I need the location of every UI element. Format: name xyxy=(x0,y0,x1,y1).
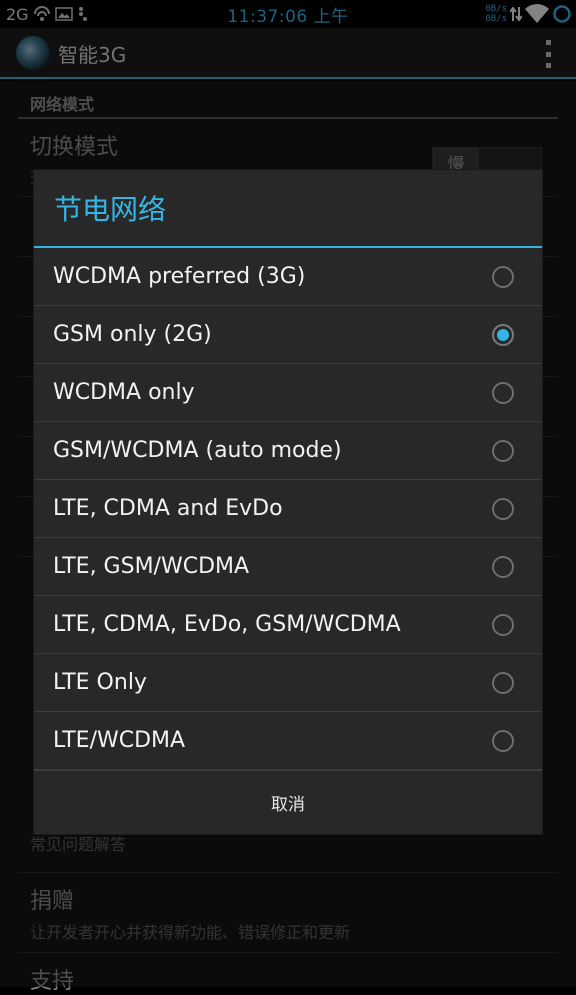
radio-button-checked-icon[interactable] xyxy=(492,324,514,346)
option-label: WCDMA only xyxy=(53,380,195,405)
option-label: LTE, GSM/WCDMA xyxy=(53,554,250,579)
option-lte-cdma-evdo-gsm-wcdma[interactable]: LTE, CDMA, EvDo, GSM/WCDMA xyxy=(34,596,542,654)
option-label: GSM/WCDMA (auto mode) xyxy=(53,438,342,463)
option-gsm-only[interactable]: GSM only (2G) xyxy=(34,306,542,364)
option-label: GSM only (2G) xyxy=(53,322,212,347)
radio-button-icon[interactable] xyxy=(492,614,514,636)
option-lte-gsm-wcdma[interactable]: LTE, GSM/WCDMA xyxy=(34,538,542,596)
option-wcdma-only[interactable]: WCDMA only xyxy=(34,364,542,422)
option-label: LTE, CDMA, EvDo, GSM/WCDMA xyxy=(53,612,401,637)
radio-button-icon[interactable] xyxy=(492,730,514,752)
option-gsm-wcdma-auto[interactable]: GSM/WCDMA (auto mode) xyxy=(34,422,542,480)
radio-button-icon[interactable] xyxy=(492,266,514,288)
dialog-footer: 取消 xyxy=(34,770,542,834)
radio-button-icon[interactable] xyxy=(492,672,514,694)
radio-button-icon[interactable] xyxy=(492,382,514,404)
option-label: LTE, CDMA and EvDo xyxy=(53,496,283,521)
radio-button-icon[interactable] xyxy=(492,556,514,578)
dialog-title: 节电网络 xyxy=(34,170,542,248)
option-wcdma-preferred[interactable]: WCDMA preferred (3G) xyxy=(34,248,542,306)
option-label: LTE/WCDMA xyxy=(53,728,186,753)
network-mode-dialog: 节电网络 WCDMA preferred (3G) GSM only (2G) … xyxy=(34,170,542,834)
option-label: WCDMA preferred (3G) xyxy=(53,264,306,289)
option-label: LTE Only xyxy=(53,670,147,695)
option-lte-wcdma[interactable]: LTE/WCDMA xyxy=(34,712,542,770)
radio-button-icon[interactable] xyxy=(492,498,514,520)
radio-button-icon[interactable] xyxy=(492,440,514,462)
option-list: WCDMA preferred (3G) GSM only (2G) WCDMA… xyxy=(34,248,542,770)
option-lte-cdma-evdo[interactable]: LTE, CDMA and EvDo xyxy=(34,480,542,538)
option-lte-only[interactable]: LTE Only xyxy=(34,654,542,712)
cancel-button[interactable]: 取消 xyxy=(34,771,542,834)
